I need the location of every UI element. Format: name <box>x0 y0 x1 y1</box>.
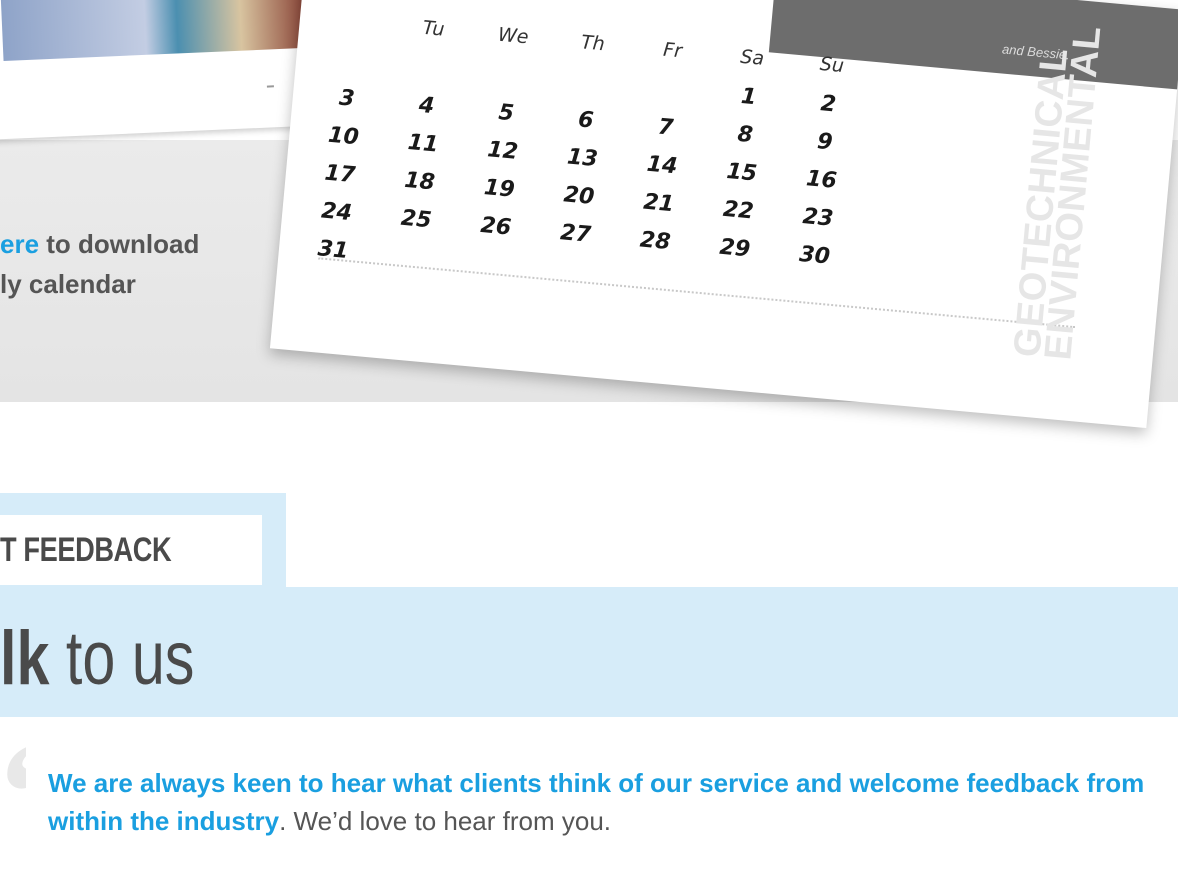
download-text-line2: ly calendar <box>0 269 136 299</box>
talk-to-us-heading: lk to us <box>0 614 194 704</box>
calendar-dotted-divider <box>318 257 1076 329</box>
feedback-paragraph: We are always keen to hear what clients … <box>48 764 1158 840</box>
calendar-day: 12 <box>486 137 520 165</box>
calendar-day: 13 <box>566 144 599 173</box>
calendar-day: 3 <box>338 85 356 112</box>
calendar-day: 30 <box>798 241 831 270</box>
calendar-day: 20 <box>562 182 596 210</box>
quote-icon: “ <box>0 738 26 848</box>
calendar-day: 14 <box>645 151 679 180</box>
calendar-day: 24 <box>320 198 353 227</box>
photo-caption-dash <box>266 85 274 88</box>
calendar-day: 23 <box>801 204 835 232</box>
calendar-day: 4 <box>417 92 436 120</box>
calendar-day: 11 <box>406 129 440 158</box>
calendar-day: 29 <box>718 234 752 263</box>
calendar-day: 22 <box>721 196 755 225</box>
calendar-day: 2 <box>819 91 838 118</box>
calendar-day: 7 <box>656 114 675 141</box>
calendar-day: 16 <box>805 166 838 194</box>
weekday-label: We <box>497 23 530 49</box>
calendar-day: 10 <box>327 122 360 151</box>
calendar-day: 26 <box>479 212 513 241</box>
feedback-rest-text: . We’d love to hear from you. <box>279 806 612 836</box>
calendar-day: 19 <box>482 175 516 203</box>
calendar-day: 28 <box>638 227 672 256</box>
calendar-day: 5 <box>497 100 515 127</box>
weekday-label: Sa <box>739 45 766 70</box>
calendar-day: 1 <box>739 83 758 111</box>
calendar-day: 25 <box>399 205 433 234</box>
feedback-section-title: T FEEDBACK <box>0 531 172 569</box>
calendar-day: 18 <box>403 167 437 196</box>
calendar-day: 27 <box>559 220 592 248</box>
weekday-label: Th <box>580 31 606 56</box>
calendar-day: 9 <box>816 129 834 156</box>
talk-heading-rest: to us <box>49 616 195 701</box>
weekday-label: Su <box>818 52 845 78</box>
weekday-label: Fr <box>662 38 683 63</box>
weekday-label: Tu <box>421 16 446 41</box>
calendar-day: 21 <box>642 189 676 218</box>
calendar-day: 17 <box>323 160 357 189</box>
team-photo-card <box>0 0 337 140</box>
download-text-line1: to download <box>39 229 200 259</box>
calendar-day: 8 <box>736 121 754 149</box>
calendar-day: 6 <box>577 107 595 134</box>
calendar-download-text: ere to download ly calendar <box>0 224 199 304</box>
calendar-day: 15 <box>725 158 759 187</box>
download-calendar-link[interactable]: ere <box>0 229 39 259</box>
talk-heading-bold: lk <box>0 616 50 701</box>
calendar-day: 31 <box>316 236 350 264</box>
team-photo <box>0 0 322 62</box>
